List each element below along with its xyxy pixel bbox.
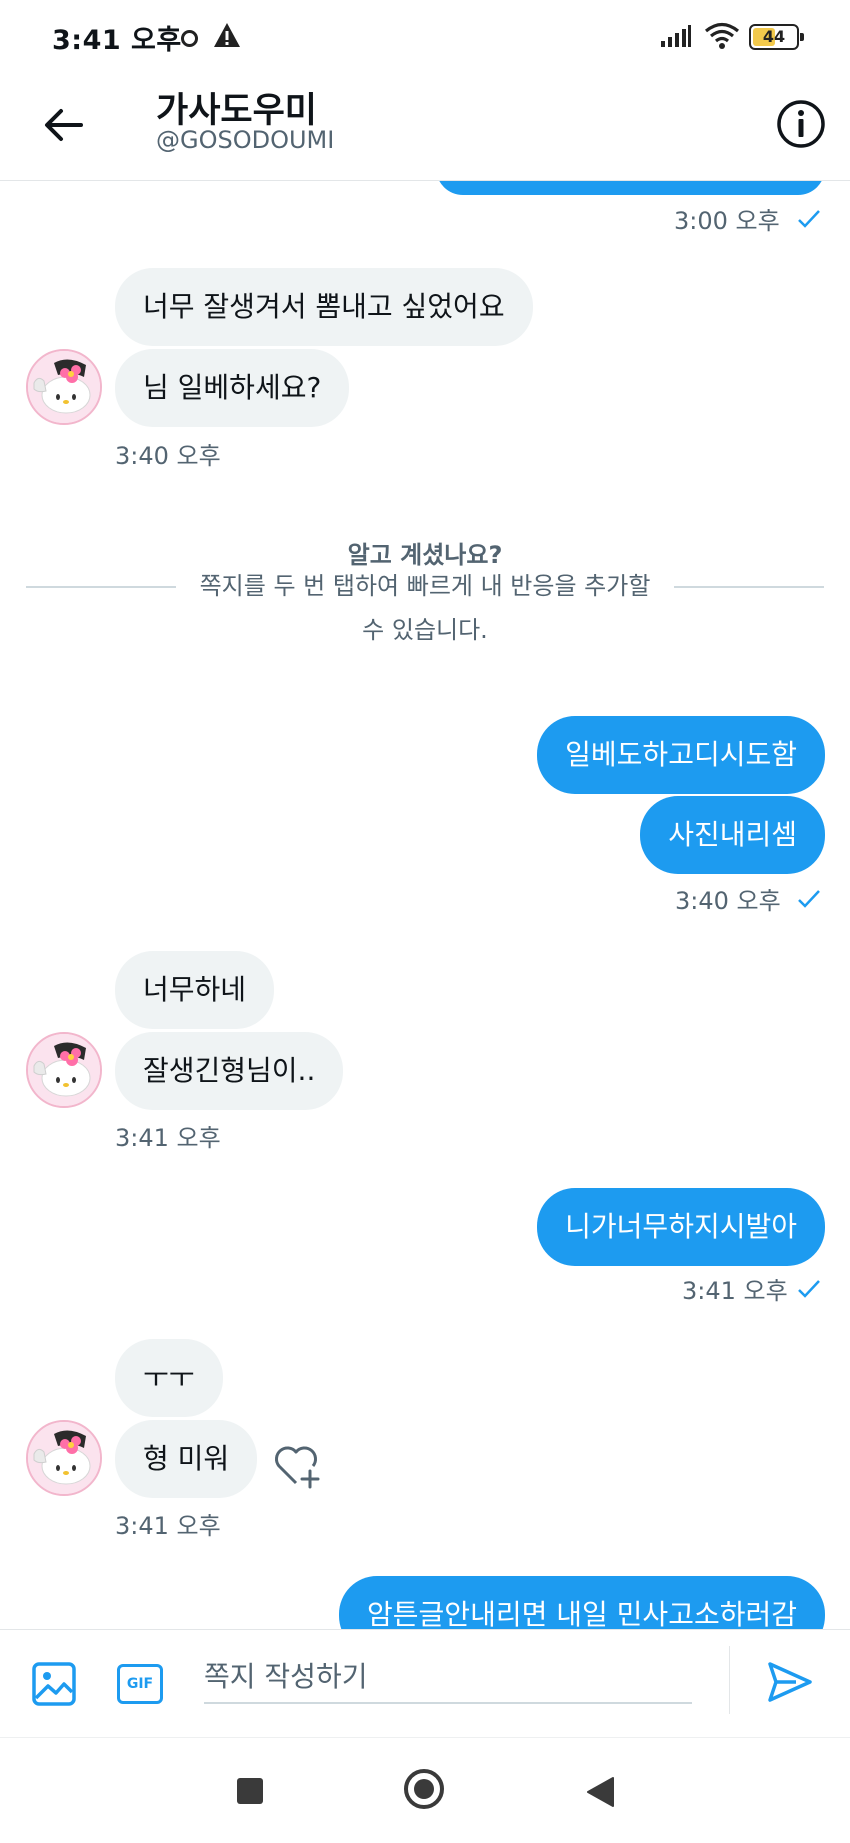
warning-icon <box>214 23 240 47</box>
message-bubble-incoming[interactable]: 님 일베하세요? <box>115 349 350 427</box>
send-icon[interactable] <box>766 1658 814 1706</box>
message-bubble-outgoing[interactable]: 일베도하고디시도함 <box>537 716 825 794</box>
message-timestamp: 3:40 오후 <box>675 887 781 915</box>
message-timestamp: 3:41 오후 <box>682 1277 788 1305</box>
conversation-handle[interactable]: @GOSODOUMI <box>156 126 334 154</box>
status-bar: 3:41 오후 44 <box>0 0 850 76</box>
signal-icon <box>661 25 691 47</box>
divider <box>26 586 176 588</box>
hello-kitty-avatar-icon <box>28 1422 100 1494</box>
message-bubble-incoming[interactable]: 잘생긴형님이.. <box>115 1032 344 1110</box>
avatar[interactable] <box>26 349 102 425</box>
avatar[interactable] <box>26 1420 102 1496</box>
gif-button[interactable]: GIF <box>117 1664 163 1704</box>
conversation-header: 가사도우미 @GOSODOUMI <box>0 76 850 181</box>
message-composer: GIF <box>0 1629 850 1738</box>
battery-icon: 44 <box>749 24 804 50</box>
message-timestamp: 3:41 오후 <box>115 1124 221 1152</box>
back-button[interactable] <box>36 98 90 152</box>
avatar[interactable] <box>26 1032 102 1108</box>
read-check-icon <box>798 890 820 908</box>
message-bubble-outgoing[interactable]: 사진내리셈 <box>640 796 825 874</box>
image-icon[interactable] <box>30 1660 78 1708</box>
hello-kitty-avatar-icon <box>28 1034 100 1106</box>
message-timestamp: 3:00 오후 <box>674 207 780 235</box>
back-arrow-icon <box>45 109 83 141</box>
status-circle-icon <box>181 30 198 47</box>
read-check-icon <box>798 1280 820 1298</box>
divider <box>729 1646 730 1714</box>
message-input[interactable] <box>204 1650 692 1704</box>
message-bubble-outgoing[interactable]: 니가너무하지시발아 <box>537 1188 825 1266</box>
message-bubble-incoming[interactable]: 형 미워 <box>115 1420 258 1498</box>
heart-plus-icon[interactable] <box>272 1443 324 1489</box>
message-bubble-incoming[interactable]: 너무하네 <box>115 951 275 1029</box>
message-bubble-outgoing[interactable] <box>436 181 825 195</box>
nav-square-icon[interactable] <box>237 1778 263 1804</box>
tip-text: 쪽지를 두 번 탭하여 빠르게 내 반응을 추가할 수 있습니다. <box>199 572 651 644</box>
message-timestamp: 3:40 오후 <box>115 442 221 470</box>
wifi-icon <box>704 22 740 49</box>
message-list[interactable]: 3:00 오후 너무 잘생겨서 뽐내고 싶었어요 님 일베하세요? 3:40 오… <box>0 181 850 1629</box>
status-time: 3:41 오후 <box>52 25 182 56</box>
info-icon[interactable] <box>775 98 827 150</box>
system-nav-bar <box>0 1737 850 1843</box>
hello-kitty-avatar-icon <box>28 351 100 423</box>
message-bubble-incoming[interactable]: 너무 잘생겨서 뽐내고 싶었어요 <box>115 268 533 346</box>
nav-back-icon[interactable] <box>585 1776 615 1808</box>
nav-home-icon[interactable] <box>404 1769 444 1809</box>
battery-level: 44 <box>762 27 786 46</box>
message-bubble-outgoing[interactable]: 암튼글안내리면 내일 민사고소하러감 <box>339 1576 825 1629</box>
message-bubble-incoming[interactable]: ㅜㅜ <box>115 1339 223 1417</box>
message-timestamp: 3:41 오후 <box>115 1512 221 1540</box>
read-check-icon <box>798 210 820 228</box>
divider <box>674 586 824 588</box>
